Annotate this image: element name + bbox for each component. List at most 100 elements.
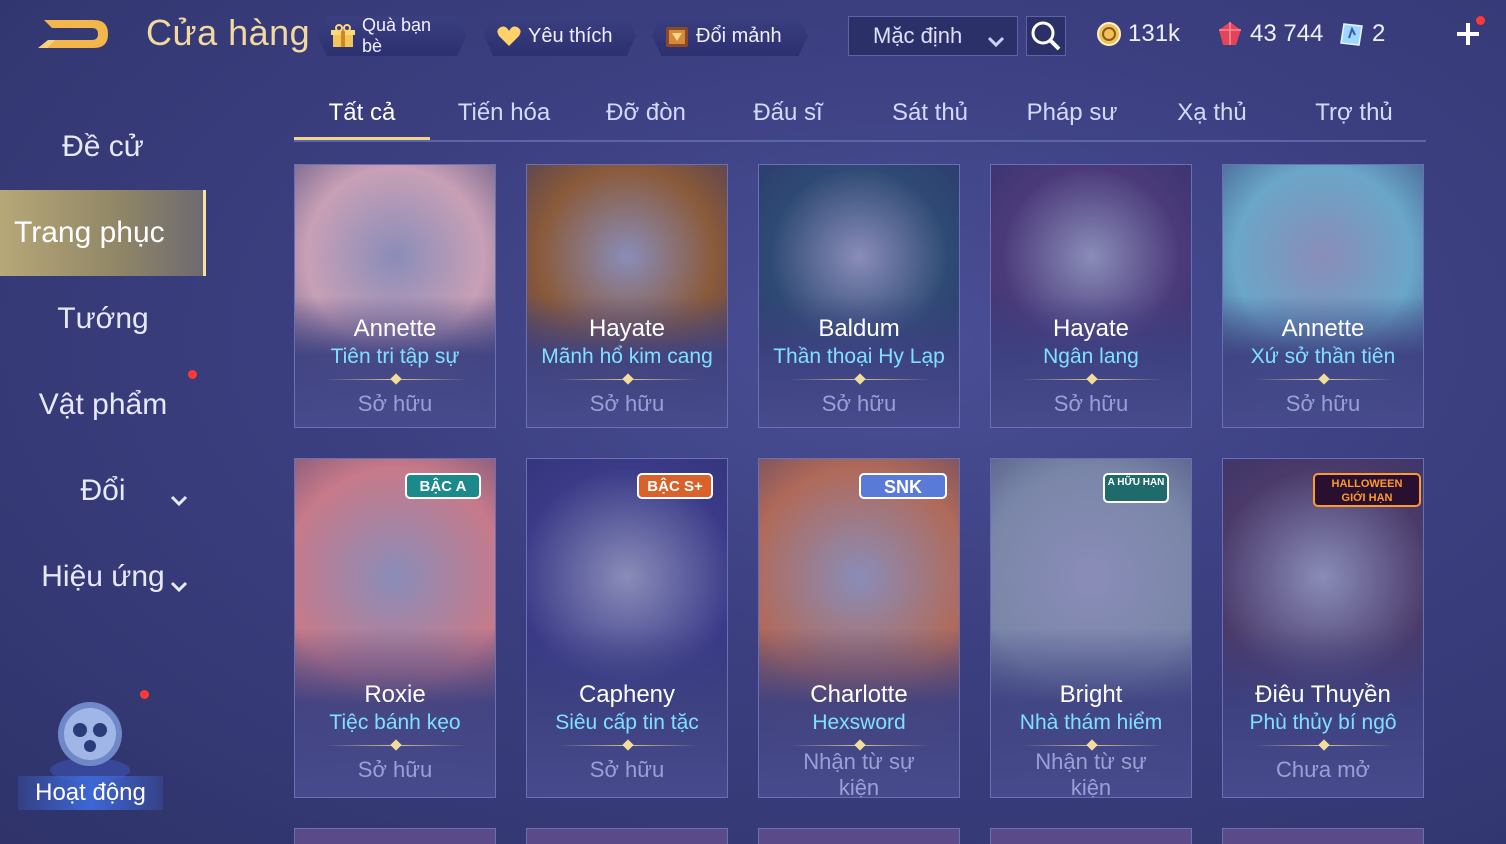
skin-name: Thần thoại Hy Lạp [773, 345, 945, 368]
sidebar-item-exchange[interactable]: Đổi [0, 448, 206, 534]
tab-support[interactable]: Trợ thủ [1286, 88, 1422, 140]
coupon-balance: 43 744 [1216, 18, 1323, 50]
skin-card[interactable]: Baldum Thần thoại Hy Lạp Sở hữu [758, 164, 960, 428]
tab-assassin[interactable]: Sát thủ [862, 88, 998, 140]
favorites-label: Yêu thích [528, 24, 613, 47]
sidebar-item-heroes[interactable]: Tướng [0, 276, 206, 362]
ownership-status: Sở hữu [1053, 391, 1129, 416]
card-divider [789, 379, 931, 380]
back-arrow-icon[interactable] [34, 14, 114, 54]
card-divider [557, 745, 699, 746]
exchange-shards-button[interactable]: Đổi mảnh [652, 16, 808, 56]
search-button[interactable] [1026, 16, 1066, 56]
skin-card-partial[interactable] [526, 828, 728, 844]
hero-name: Charlotte [810, 681, 908, 708]
voucher-card-icon [1340, 23, 1363, 46]
tier-badge: HALLOWEEN GIỚI HẠN [1313, 473, 1421, 507]
hero-name: Điêu Thuyền [1255, 681, 1391, 708]
sort-value: Mặc định [873, 23, 963, 48]
ownership-status: Chưa mở [1276, 757, 1370, 782]
sidebar-item-skins[interactable]: Trang phục [0, 190, 206, 276]
sidebar-item-effects[interactable]: Hiệu ứng [0, 534, 206, 620]
skin-card-partial[interactable] [1222, 828, 1424, 844]
ownership-status: Sở hữu [589, 757, 665, 782]
ruby-gem-icon [1219, 22, 1241, 45]
ownership-status: Nhận từ sự kiện [803, 749, 915, 798]
skin-card-partial[interactable] [990, 828, 1192, 844]
card-divider [325, 745, 467, 746]
tab-tank[interactable]: Đỡ đòn [578, 88, 714, 140]
friend-gift-label: Quà bạn bè [362, 15, 432, 56]
ownership-status: Sở hữu [821, 391, 897, 416]
search-icon [1031, 21, 1061, 51]
skin-card[interactable]: Roxie Tiệc bánh kẹo Sở hữu BẬC A [294, 458, 496, 798]
ownership-status: Sở hữu [1285, 391, 1361, 416]
skin-card-partial[interactable] [294, 828, 496, 844]
ownership-status: Sở hữu [589, 391, 665, 416]
skin-name: Siêu cấp tin tặc [555, 711, 699, 734]
tier-badge: BẬC A [405, 473, 481, 499]
skin-card[interactable]: Capheny Siêu cấp tin tặc Sở hữu BẬC S+ [526, 458, 728, 798]
skin-card[interactable]: Charlotte Hexsword Nhận từ sự kiện SNK [758, 458, 960, 798]
hero-name: Hayate [1052, 315, 1130, 342]
hero-name: Annette [1281, 315, 1365, 342]
tab-all[interactable]: Tất cả [294, 88, 430, 140]
skin-name: Phù thủy bí ngô [1249, 711, 1397, 734]
skin-name: Ngân lang [1043, 345, 1139, 368]
top-bar: Cửa hàng Quà bạn bè Yêu thích Đổi mảnh M… [0, 0, 1506, 72]
friend-gift-button[interactable]: Quà bạn bè [318, 16, 466, 56]
token-balance: 2 [1338, 18, 1385, 50]
skin-card[interactable]: Bright Nhà thám hiểm Nhận từ sự kiện A HỮU … [990, 458, 1192, 798]
sidebar-item-label: Hiệu ứng [41, 560, 165, 593]
chevron-down-icon [987, 29, 1005, 48]
tab-mage[interactable]: Pháp sư [1004, 88, 1140, 140]
activity-button[interactable]: Hoạt động [18, 690, 163, 810]
sidebar-item-label: Đề cử [62, 130, 144, 163]
skin-name: Mãnh hổ kim cang [541, 345, 713, 368]
sidebar-item-label: Tướng [57, 302, 149, 335]
gold-coin-icon [1097, 22, 1121, 46]
hero-name: Baldum [818, 315, 900, 342]
ownership-status: Nhận từ sự kiện [1035, 749, 1147, 798]
heart-icon [496, 23, 522, 49]
sidebar-item-recommended[interactable]: Đề cử [0, 104, 206, 190]
tab-marksman[interactable]: Xạ thủ [1144, 88, 1280, 140]
activity-label: Hoạt động [18, 776, 163, 810]
tab-evolution[interactable]: Tiến hóa [436, 88, 572, 140]
skin-card[interactable]: Annette Tiên tri tập sự Sở hữu [294, 164, 496, 428]
skin-card[interactable]: Hayate Mãnh hổ kim cang Sở hữu [526, 164, 728, 428]
hero-name: Capheny [578, 681, 676, 708]
event-orb-icon [50, 702, 130, 782]
gift-icon [330, 23, 356, 49]
sidebar-item-label: Vật phẩm [38, 388, 168, 421]
chevron-down-icon [170, 568, 188, 593]
skin-name: Tiệc bánh kẹo [329, 711, 461, 734]
skin-name: Tiên tri tập sự [330, 345, 460, 368]
skin-name: Xứ sở thần tiên [1250, 345, 1396, 368]
skin-card-partial[interactable] [758, 828, 960, 844]
notification-dot [1476, 16, 1485, 25]
skin-grid: Annette Tiên tri tập sự Sở hữu Hayate Mãnh h… [294, 164, 1426, 844]
notification-dot [188, 370, 197, 379]
hero-name: Bright [1059, 681, 1123, 708]
skin-name: Nhà thám hiểm [1019, 711, 1163, 734]
skin-card[interactable]: Hayate Ngân lang Sở hữu [990, 164, 1192, 428]
hero-name: Annette [353, 315, 437, 342]
tab-fighter[interactable]: Đấu sĩ [720, 88, 856, 140]
skin-card[interactable]: Điêu Thuyền Phù thủy bí ngô Chưa mở HALLOWE… [1222, 458, 1424, 798]
hero-name: Hayate [588, 315, 666, 342]
exchange-shards-label: Đổi mảnh [696, 24, 782, 47]
tier-badge: BẬC S+ [637, 473, 713, 499]
skin-card[interactable]: Annette Xứ sở thần tiên Sở hữu [1222, 164, 1424, 428]
page-title: Cửa hàng [146, 12, 311, 53]
card-divider [789, 745, 931, 746]
ownership-status: Sở hữu [357, 757, 433, 782]
favorites-button[interactable]: Yêu thích [484, 16, 636, 56]
sidebar-item-items[interactable]: Vật phẩm [0, 362, 206, 448]
sidebar-item-label: Đổi [80, 474, 126, 507]
gold-value: 131k [1128, 20, 1181, 47]
sort-dropdown[interactable]: Mặc định [848, 16, 1018, 56]
card-divider [1021, 379, 1163, 380]
role-tabs: Tất cả Tiến hóa Đỡ đòn Đấu sĩ Sát thủ Ph… [294, 88, 1426, 142]
token-value: 2 [1372, 20, 1386, 47]
